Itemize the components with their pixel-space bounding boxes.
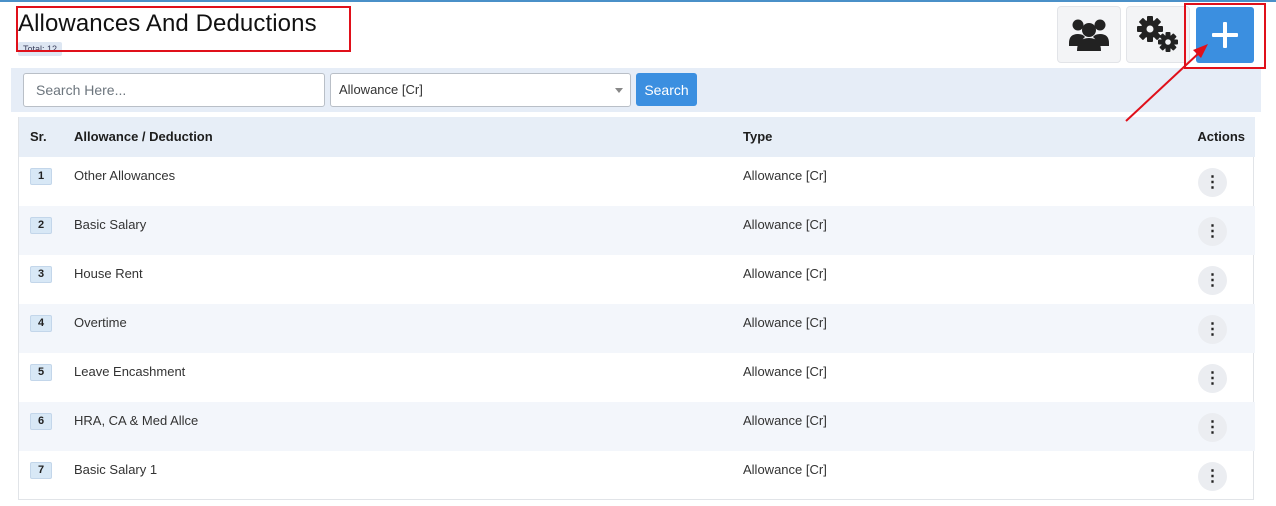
search-button[interactable]: Search (636, 73, 697, 106)
row-sr-badge: 6 (30, 413, 52, 430)
row-name: Basic Salary 1 (74, 462, 158, 477)
users-icon (1069, 19, 1109, 51)
row-name: Basic Salary (74, 217, 147, 232)
gears-icon (1137, 15, 1178, 52)
top-accent-line (0, 0, 1276, 2)
row-type: Allowance [Cr] (743, 364, 827, 379)
header-name: Allowance / Deduction (74, 129, 213, 144)
row-type: Allowance [Cr] (743, 462, 827, 477)
type-select[interactable]: Allowance [Cr] (330, 73, 631, 107)
row-sr-badge: 3 (30, 266, 52, 283)
header-actions: Actions (1197, 129, 1245, 144)
header-sr: Sr. (30, 129, 47, 144)
row-sr-badge: 2 (30, 217, 52, 234)
row-actions-menu-icon[interactable]: ⋮ (1198, 413, 1227, 442)
table-row: 6 HRA, CA & Med Allce Allowance [Cr] ⋮ (19, 402, 1255, 451)
allowances-table: Sr. Allowance / Deduction Type Actions 1… (18, 117, 1255, 500)
row-actions-menu-icon[interactable]: ⋮ (1198, 266, 1227, 295)
row-name: HRA, CA & Med Allce (74, 413, 199, 428)
row-sr-badge: 5 (30, 364, 52, 381)
header-type: Type (743, 129, 773, 144)
row-actions-menu-icon[interactable]: ⋮ (1198, 315, 1227, 344)
row-sr-badge: 1 (30, 168, 52, 185)
table-header: Sr. Allowance / Deduction Type Actions (19, 117, 1255, 157)
table-row: 1 Other Allowances Allowance [Cr] ⋮ (19, 157, 1255, 206)
table-row: 5 Leave Encashment Allowance [Cr] ⋮ (19, 353, 1255, 402)
type-select-value: Allowance [Cr] (339, 82, 423, 97)
row-actions-menu-icon[interactable]: ⋮ (1198, 168, 1227, 197)
row-actions-menu-icon[interactable]: ⋮ (1198, 462, 1227, 491)
search-input[interactable] (23, 73, 325, 107)
manage-employees-button[interactable] (1057, 6, 1121, 63)
row-name: House Rent (74, 266, 143, 281)
table-row: 4 Overtime Allowance [Cr] ⋮ (19, 304, 1255, 353)
row-type: Allowance [Cr] (743, 413, 827, 428)
row-name: Other Allowances (74, 168, 176, 183)
row-name: Leave Encashment (74, 364, 186, 379)
row-type: Allowance [Cr] (743, 217, 827, 232)
row-name: Overtime (74, 315, 127, 330)
row-type: Allowance [Cr] (743, 266, 827, 281)
chevron-down-icon (615, 88, 623, 93)
row-sr-badge: 7 (30, 462, 52, 479)
settings-button[interactable] (1126, 6, 1190, 63)
row-type: Allowance [Cr] (743, 315, 827, 330)
row-actions-menu-icon[interactable]: ⋮ (1198, 364, 1227, 393)
add-button-highlight-box (1184, 3, 1266, 69)
row-actions-menu-icon[interactable]: ⋮ (1198, 217, 1227, 246)
row-sr-badge: 4 (30, 315, 52, 332)
title-highlight-box (16, 6, 351, 52)
row-type: Allowance [Cr] (743, 168, 827, 183)
table-row: 2 Basic Salary Allowance [Cr] ⋮ (19, 206, 1255, 255)
table-row: 3 House Rent Allowance [Cr] ⋮ (19, 255, 1255, 304)
table-row: 7 Basic Salary 1 Allowance [Cr] ⋮ (19, 451, 1255, 500)
